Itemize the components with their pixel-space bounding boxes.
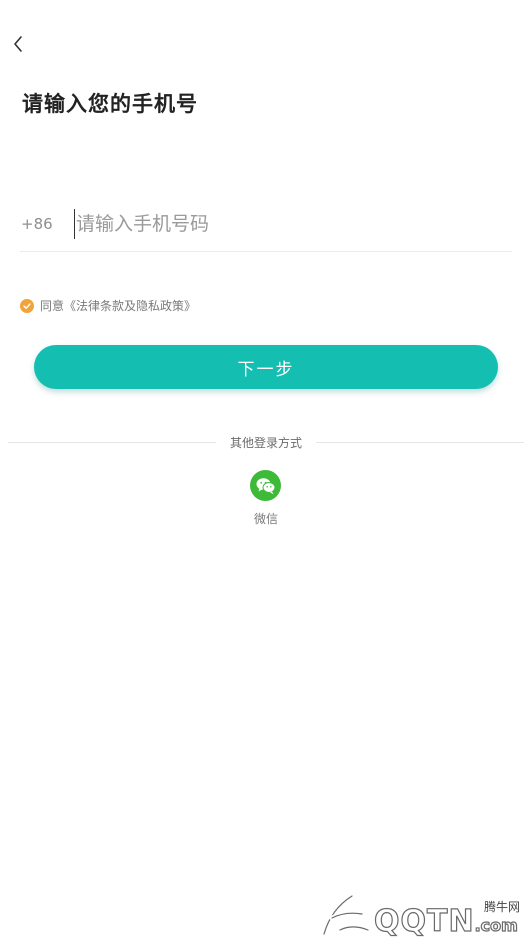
wechat-icon — [256, 477, 275, 494]
watermark-en-suffix: .com — [474, 915, 518, 935]
wechat-label: 微信 — [253, 512, 278, 526]
wechat-login-button[interactable] — [250, 470, 281, 501]
watermark-en-main: QQTN — [373, 903, 475, 939]
chevron-left-icon — [14, 36, 22, 52]
agreement-row[interactable]: 同意《法律条款及隐私政策》 — [20, 297, 196, 314]
check-circle-icon[interactable] — [20, 298, 34, 313]
page-title: 请输入您的手机号 — [22, 92, 198, 116]
next-step-button[interactable]: 下一步 — [34, 345, 498, 389]
other-login-divider: 其他登录方式 — [8, 434, 524, 452]
agreement-link[interactable]: 同意《法律条款及隐私政策》 — [40, 297, 196, 314]
phone-input-row: +86 — [20, 205, 512, 252]
country-code[interactable]: +86 — [21, 215, 53, 233]
watermark-en-text: QQTN.com — [373, 903, 518, 939]
divider-line-right — [316, 442, 524, 443]
phone-number-input[interactable] — [74, 209, 496, 239]
back-button[interactable] — [8, 32, 28, 56]
qqtn-logo-icon — [321, 893, 371, 937]
watermark: 腾牛网 QQTN.com — [318, 890, 528, 942]
